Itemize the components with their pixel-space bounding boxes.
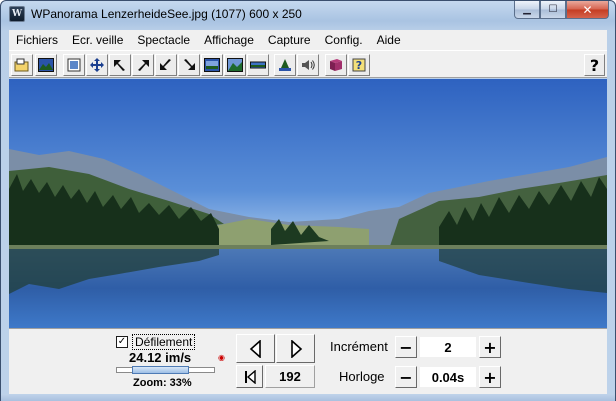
increment-label: Incrément xyxy=(330,339,388,354)
arrow-down-left-button[interactable] xyxy=(155,54,177,76)
triangle-left-icon xyxy=(249,339,261,358)
triangle-right-icon xyxy=(290,339,302,358)
shoreline xyxy=(9,245,607,249)
scroll-left-button[interactable] xyxy=(236,334,275,363)
sound-button[interactable] xyxy=(297,54,319,76)
increment-value[interactable]: 2 xyxy=(420,337,476,357)
book-button[interactable] xyxy=(325,54,347,76)
scroll-right-button[interactable] xyxy=(276,334,315,363)
speed-indicator-icon: ◉ xyxy=(218,353,225,362)
increment-plus-button[interactable]: + xyxy=(479,336,501,358)
move-icon xyxy=(90,58,104,72)
menu-aide[interactable]: Aide xyxy=(370,33,408,47)
menu-ecr-veille[interactable]: Ecr. veille xyxy=(65,33,130,47)
fit-height-icon xyxy=(204,58,220,72)
toolbar: ? ? xyxy=(9,50,607,78)
book-icon xyxy=(330,59,342,71)
strip-icon xyxy=(250,61,266,69)
speed-readout: 24.12 im/s xyxy=(129,350,192,365)
increment-minus-button[interactable]: − xyxy=(395,336,417,358)
minimize-button[interactable]: ▁ xyxy=(514,1,540,19)
panorama-image[interactable] xyxy=(9,79,607,328)
sound-icon xyxy=(302,60,315,70)
menu-bar: Fichiers Ecr. veille Spectacle Affichage… xyxy=(9,30,607,50)
open-file-button[interactable] xyxy=(11,54,33,76)
clock-minus-button[interactable]: − xyxy=(395,366,417,388)
arrow-up-left-button[interactable] xyxy=(109,54,131,76)
menu-config[interactable]: Config. xyxy=(318,33,370,47)
clock-label: Horloge xyxy=(339,369,385,384)
maximize-button[interactable]: ☐ xyxy=(540,1,566,19)
scroll-label[interactable]: Défilement xyxy=(132,334,196,350)
control-panel: ✓ Défilement 24.12 im/s ◉ Zoom: 33% 192 … xyxy=(9,328,607,394)
fit-height-button[interactable] xyxy=(201,54,223,76)
caption-buttons: ▁ ☐ ✕ xyxy=(514,1,609,19)
zoom-readout: Zoom: 33% xyxy=(133,377,192,389)
menu-fichiers[interactable]: Fichiers xyxy=(9,33,65,47)
arrow-up-left-icon xyxy=(114,60,125,71)
skip-to-start-icon xyxy=(244,369,256,384)
bell-button[interactable] xyxy=(274,54,296,76)
screen-button[interactable] xyxy=(63,54,85,76)
screen-icon xyxy=(67,58,81,72)
strip-button[interactable] xyxy=(247,54,269,76)
move-button[interactable] xyxy=(86,54,108,76)
arrow-down-right-icon xyxy=(184,59,195,70)
scroll-checkbox[interactable]: ✓ xyxy=(116,336,128,348)
menu-affichage[interactable]: Affichage xyxy=(197,33,261,47)
title-bar[interactable]: W WPanorama LenzerheideSee.jpg (1077) 60… xyxy=(1,1,615,29)
window-bottom-border xyxy=(1,394,615,401)
clock-value[interactable]: 0.04s xyxy=(420,367,476,387)
fit-width-icon xyxy=(227,58,243,72)
info-button[interactable]: ? xyxy=(348,54,370,76)
picture-button[interactable] xyxy=(35,54,57,76)
arrow-down-left-icon xyxy=(160,59,171,70)
window-title: WPanorama LenzerheideSee.jpg (1077) 600 … xyxy=(31,7,302,21)
help-button[interactable]: ? xyxy=(584,54,605,76)
picture-icon xyxy=(38,58,54,72)
app-window: W WPanorama LenzerheideSee.jpg (1077) 60… xyxy=(0,0,616,401)
help-icon: ? xyxy=(352,58,366,72)
open-file-icon xyxy=(14,58,29,72)
home-button[interactable] xyxy=(236,365,263,388)
app-logo-icon[interactable]: W xyxy=(9,6,25,22)
position-readout: 192 xyxy=(265,365,315,388)
menu-spectacle[interactable]: Spectacle xyxy=(130,33,197,47)
bell-icon xyxy=(279,59,291,71)
arrow-down-right-button[interactable] xyxy=(178,54,200,76)
zoom-slider-thumb[interactable] xyxy=(132,366,189,374)
close-button[interactable]: ✕ xyxy=(566,1,609,19)
arrow-up-right-icon xyxy=(138,60,149,71)
arrow-up-right-button[interactable] xyxy=(132,54,154,76)
clock-plus-button[interactable]: + xyxy=(479,366,501,388)
svg-text:?: ? xyxy=(356,59,362,72)
panorama-canvas xyxy=(9,79,607,328)
menu-capture[interactable]: Capture xyxy=(261,33,318,47)
fit-width-button[interactable] xyxy=(224,54,246,76)
